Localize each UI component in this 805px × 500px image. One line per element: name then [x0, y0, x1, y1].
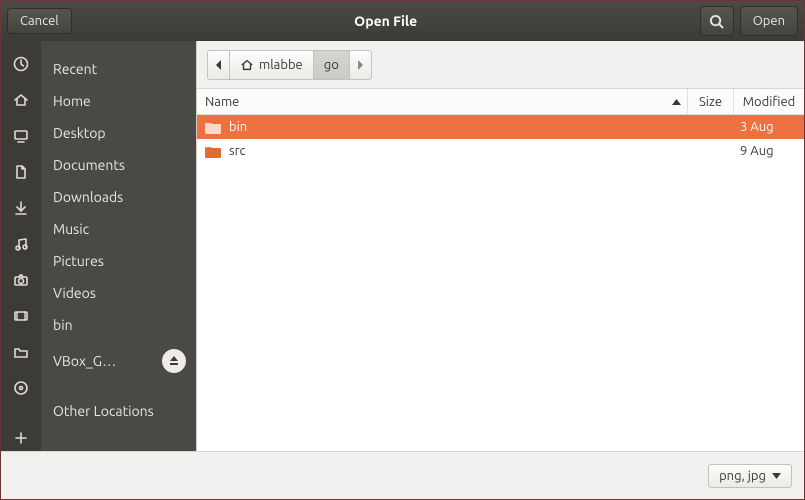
sidebar-item-label: Other Locations	[53, 403, 154, 419]
sidebar-item-label: bin	[53, 317, 73, 333]
search-icon	[709, 14, 724, 29]
sort-asc-icon	[672, 99, 681, 105]
sidebar-item-label: Videos	[53, 285, 96, 301]
clock-icon	[12, 55, 30, 73]
column-headers: Name Size Modified	[197, 89, 804, 115]
file-list[interactable]: bin 3 Aug src 9 Aug	[197, 115, 804, 451]
path-crumb-label: go	[324, 58, 339, 72]
sidebar-item-label: Recent	[53, 61, 97, 77]
path-crumb-label: mlabbe	[259, 58, 303, 72]
desktop-icon	[12, 127, 30, 145]
down-icon	[12, 199, 30, 217]
chevron-left-icon	[215, 60, 222, 70]
column-header-name[interactable]: Name	[197, 89, 688, 114]
sidebar-item-recent[interactable]: Recent	[41, 53, 196, 85]
doc-icon	[12, 163, 30, 181]
filetype-filter-dropdown[interactable]: png, jpg	[708, 464, 792, 488]
search-button[interactable]	[700, 6, 734, 36]
pathbar-row: mlabbe go	[197, 41, 804, 89]
sidebar-item-desktop[interactable]: Desktop	[41, 117, 196, 149]
window-title: Open File	[72, 13, 700, 29]
sidebar-item-label: VBox_G…	[53, 353, 116, 369]
sidebar-item-bin[interactable]: bin	[41, 309, 196, 341]
footer: png, jpg	[1, 451, 804, 499]
plus-icon	[12, 429, 30, 447]
folder-icon	[205, 145, 221, 158]
column-header-name-label: Name	[205, 95, 239, 109]
path-crumb-mlabbe[interactable]: mlabbe	[230, 51, 314, 79]
sidebar-item-label: Downloads	[53, 189, 123, 205]
cancel-button[interactable]: Cancel	[7, 8, 72, 34]
filetype-filter-label: png, jpg	[719, 469, 766, 483]
main-panel: mlabbe go Name Size Modified bin 3 Aug src 9…	[196, 41, 804, 451]
column-header-modified[interactable]: Modified	[734, 89, 804, 114]
open-button[interactable]: Open	[740, 6, 798, 36]
file-name: src	[229, 144, 246, 158]
path-back-button[interactable]	[208, 51, 230, 79]
pathbar: mlabbe go	[207, 50, 372, 80]
sidebar-item-label: Documents	[53, 157, 125, 173]
sidebar-item-label: Pictures	[53, 253, 104, 269]
file-modified: 3 Aug	[734, 120, 804, 134]
sidebar-item-pictures[interactable]: Pictures	[41, 245, 196, 277]
eject-button[interactable]	[162, 349, 186, 373]
sidebar-item-label: Desktop	[53, 125, 106, 141]
file-row[interactable]: bin 3 Aug	[197, 115, 804, 139]
video-icon	[12, 307, 30, 325]
home-icon	[240, 58, 254, 72]
folder-icon	[205, 121, 221, 134]
column-header-size[interactable]: Size	[688, 89, 734, 114]
file-modified: 9 Aug	[734, 144, 804, 158]
path-crumb-go[interactable]: go	[314, 51, 350, 79]
places-sidebar: Recent Home Desktop Documents Downloads Music…	[41, 41, 196, 451]
sidebar-item-downloads[interactable]: Downloads	[41, 181, 196, 213]
sidebar-item-home[interactable]: Home	[41, 85, 196, 117]
camera-icon	[12, 271, 30, 289]
folder-icon	[12, 343, 30, 361]
sidebar-item-label: Music	[53, 221, 89, 237]
music-icon	[12, 235, 30, 253]
file-name: bin	[229, 120, 247, 134]
sidebar-item-vbox-g-[interactable]: VBox_G…	[41, 341, 196, 381]
chevron-down-icon	[772, 473, 781, 479]
sidebar-item-other-locations[interactable]: Other Locations	[41, 395, 196, 427]
sidebar-item-documents[interactable]: Documents	[41, 149, 196, 181]
titlebar: Cancel Open File Open	[1, 1, 804, 41]
file-row[interactable]: src 9 Aug	[197, 139, 804, 163]
sidebar-item-music[interactable]: Music	[41, 213, 196, 245]
sidebar-item-videos[interactable]: Videos	[41, 277, 196, 309]
places-iconrail	[1, 41, 41, 451]
disc-icon	[12, 379, 30, 397]
sidebar-item-label: Home	[53, 93, 91, 109]
path-forward-button[interactable]	[350, 51, 371, 79]
home-icon	[12, 91, 30, 109]
